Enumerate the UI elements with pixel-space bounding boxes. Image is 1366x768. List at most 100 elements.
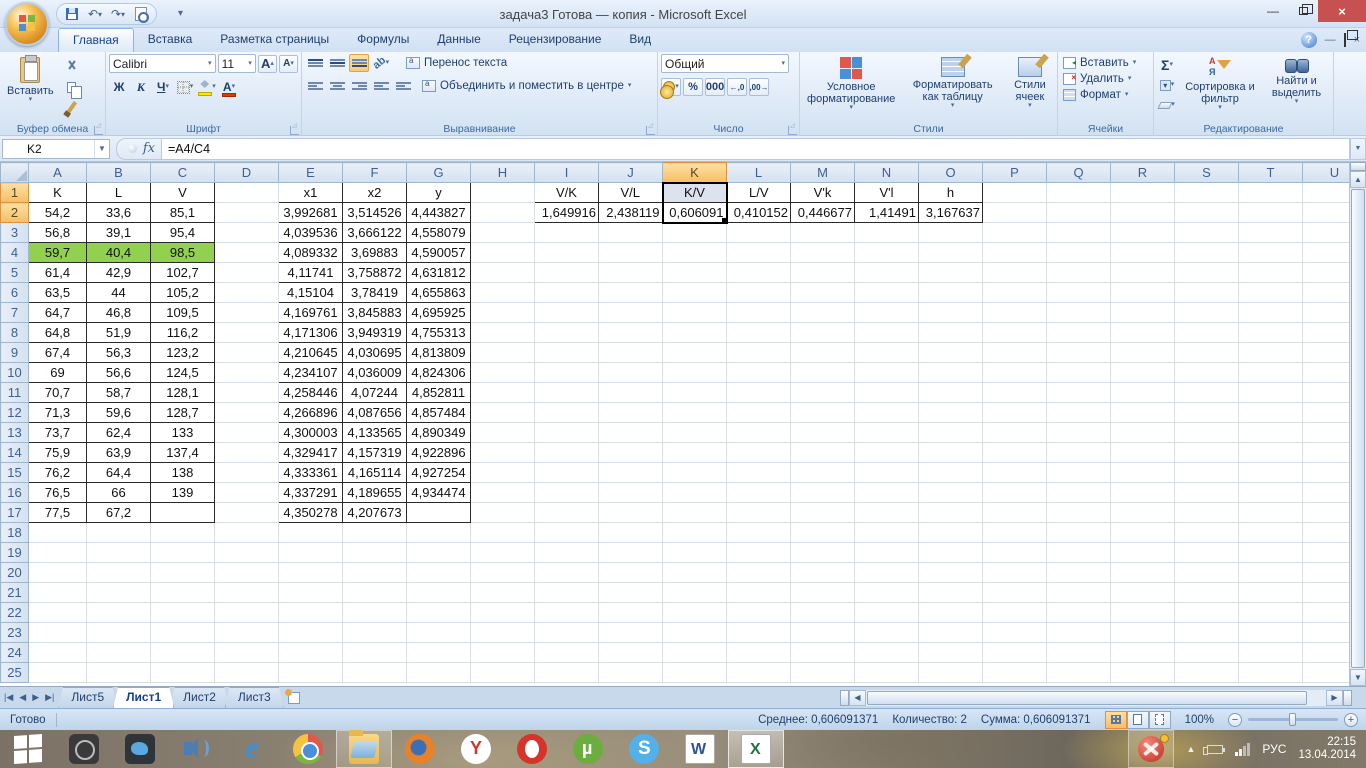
cell-E7[interactable]: 4,169761 (278, 302, 343, 323)
cell-P1[interactable] (982, 182, 1047, 203)
cell-E19[interactable] (278, 542, 343, 563)
row-header-4[interactable]: 4 (0, 242, 29, 263)
cell-I12[interactable] (534, 402, 599, 423)
cell-I18[interactable] (534, 522, 599, 543)
cell-B18[interactable] (86, 522, 151, 543)
cell-C2[interactable]: 85,1 (150, 202, 215, 223)
cell-J4[interactable] (598, 242, 663, 263)
cell-E1[interactable]: x1 (278, 182, 343, 203)
cell-B25[interactable] (86, 662, 151, 683)
cell-K8[interactable] (662, 322, 727, 343)
formula-input[interactable]: =A4/C4 (162, 137, 1350, 160)
cell-M10[interactable] (790, 362, 855, 383)
cell-H18[interactable] (470, 522, 535, 543)
cell-A14[interactable]: 75,9 (28, 442, 87, 463)
cell-B20[interactable] (86, 562, 151, 583)
cell-S2[interactable] (1174, 202, 1239, 223)
cell-B5[interactable]: 42,9 (86, 262, 151, 283)
cell-R19[interactable] (1110, 542, 1175, 563)
cell-A16[interactable]: 76,5 (28, 482, 87, 503)
cell-S17[interactable] (1174, 502, 1239, 523)
yandex-taskbar-button[interactable] (448, 730, 504, 768)
cell-E10[interactable]: 4,234107 (278, 362, 343, 383)
cell-K25[interactable] (662, 662, 727, 683)
accounting-format-button[interactable]: ▾ (660, 78, 681, 99)
cell-Q12[interactable] (1046, 402, 1111, 423)
cell-M8[interactable] (790, 322, 855, 343)
cell-N21[interactable] (854, 582, 919, 603)
cell-L24[interactable] (726, 642, 791, 663)
cell-E3[interactable]: 4,039536 (278, 222, 343, 243)
orientation-button[interactable]: ab ▾ (370, 54, 391, 72)
cell-K16[interactable] (662, 482, 727, 503)
cell-P4[interactable] (982, 242, 1047, 263)
cell-B22[interactable] (86, 602, 151, 623)
ie-taskbar-button[interactable]: e (224, 730, 280, 768)
cell-M15[interactable] (790, 462, 855, 483)
grow-font-button[interactable]: А ▴ (257, 54, 277, 73)
sheet-tab-Лист3[interactable]: Лист3 (224, 687, 284, 708)
cell-H21[interactable] (470, 582, 535, 603)
cell-E23[interactable] (278, 622, 343, 643)
column-header-G[interactable]: G (406, 162, 471, 183)
cell-O6[interactable] (918, 282, 983, 303)
cell-B4[interactable]: 40,4 (86, 242, 151, 263)
ribbon-tab-2[interactable]: Разметка страницы (206, 28, 343, 52)
cell-L19[interactable] (726, 542, 791, 563)
ribbon-tab-1[interactable]: Вставка (134, 28, 207, 52)
cell-T16[interactable] (1238, 482, 1303, 503)
cell-O23[interactable] (918, 622, 983, 643)
cell-G1[interactable]: y (406, 182, 471, 203)
cell-G19[interactable] (406, 542, 471, 563)
cell-I25[interactable] (534, 662, 599, 683)
ribbon-tab-0[interactable]: Главная (58, 28, 134, 52)
fill-button[interactable]: ▾ ▾ (1157, 76, 1177, 94)
minimize-button[interactable]: — (1258, 0, 1288, 22)
cell-Q19[interactable] (1046, 542, 1111, 563)
firefox-taskbar-button[interactable] (392, 730, 448, 768)
cell-A5[interactable]: 61,4 (28, 262, 87, 283)
cell-L23[interactable] (726, 622, 791, 643)
cell-F6[interactable]: 3,78419 (342, 282, 407, 303)
cell-P7[interactable] (982, 302, 1047, 323)
cell-G13[interactable]: 4,890349 (406, 422, 471, 443)
cell-L10[interactable] (726, 362, 791, 383)
cell-K3[interactable] (662, 222, 727, 243)
cell-H5[interactable] (470, 262, 535, 283)
cell-J5[interactable] (598, 262, 663, 283)
cell-T19[interactable] (1238, 542, 1303, 563)
cell-Q25[interactable] (1046, 662, 1111, 683)
cell-S20[interactable] (1174, 562, 1239, 583)
cell-A19[interactable] (28, 542, 87, 563)
cell-J16[interactable] (598, 482, 663, 503)
cell-N10[interactable] (854, 362, 919, 383)
italic-button[interactable]: К (131, 78, 151, 96)
cell-M5[interactable] (790, 262, 855, 283)
cell-C24[interactable] (150, 642, 215, 663)
cell-G23[interactable] (406, 622, 471, 643)
cell-N11[interactable] (854, 382, 919, 403)
network-signal-icon[interactable] (1235, 742, 1251, 756)
cell-O5[interactable] (918, 262, 983, 283)
cell-G24[interactable] (406, 642, 471, 663)
cell-T3[interactable] (1238, 222, 1303, 243)
cell-K17[interactable] (662, 502, 727, 523)
cell-O12[interactable] (918, 402, 983, 423)
cell-L21[interactable] (726, 582, 791, 603)
cell-N4[interactable] (854, 242, 919, 263)
cell-B21[interactable] (86, 582, 151, 603)
cell-O7[interactable] (918, 302, 983, 323)
cell-S3[interactable] (1174, 222, 1239, 243)
cell-T5[interactable] (1238, 262, 1303, 283)
row-header-25[interactable]: 25 (0, 662, 29, 683)
cell-Q13[interactable] (1046, 422, 1111, 443)
cell-Q3[interactable] (1046, 222, 1111, 243)
ribbon-tab-4[interactable]: Данные (423, 28, 494, 52)
cell-L25[interactable] (726, 662, 791, 683)
cell-C17[interactable] (150, 502, 215, 523)
delete-cells-button[interactable]: Удалить▾ (1061, 72, 1150, 86)
cell-T7[interactable] (1238, 302, 1303, 323)
cell-C18[interactable] (150, 522, 215, 543)
ribbon-tab-6[interactable]: Вид (615, 28, 665, 52)
cell-K15[interactable] (662, 462, 727, 483)
